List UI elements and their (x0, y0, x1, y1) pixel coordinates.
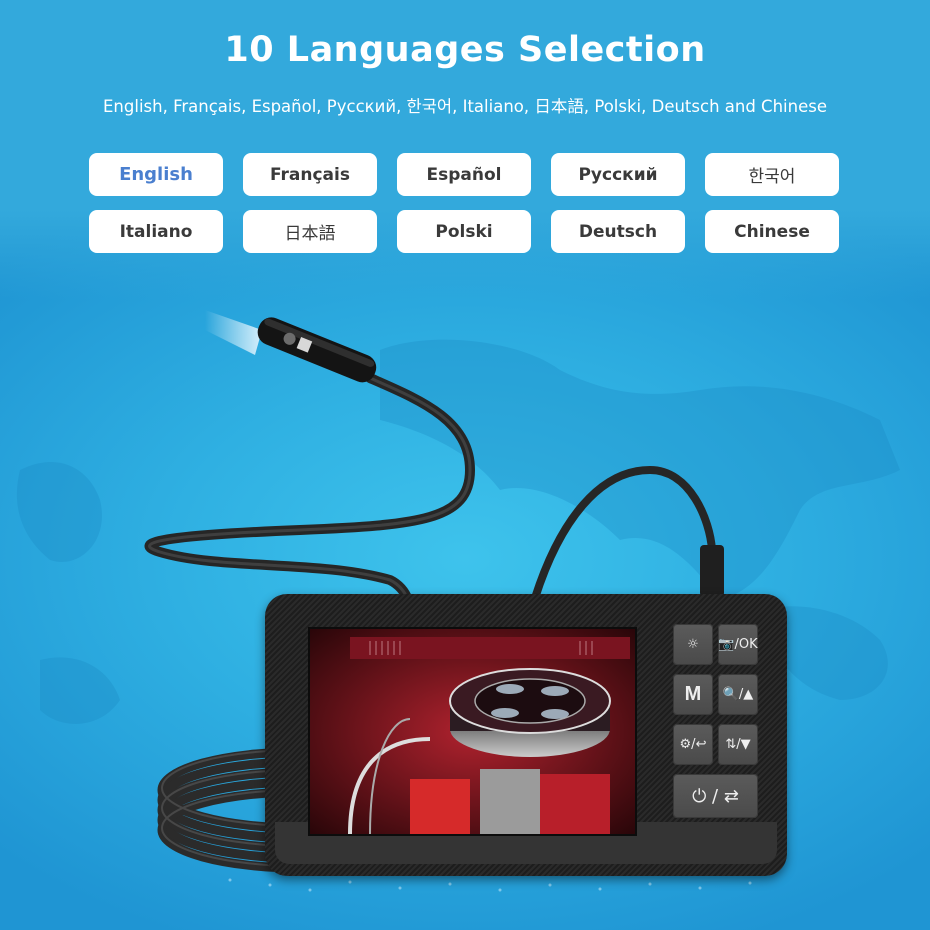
cable-connector (700, 545, 724, 597)
connector-cable (531, 465, 716, 600)
zoom-up-button[interactable]: 🔍/▲ (718, 674, 758, 715)
power-switch-button[interactable]: ⏻ / ⇄ (673, 774, 758, 818)
mode-button[interactable]: M (673, 674, 713, 715)
light-button[interactable]: ☼ (673, 624, 713, 665)
device-screen (308, 627, 637, 836)
zoom-up-icon: 🔍/▲ (722, 687, 754, 702)
engine-image (310, 629, 635, 834)
power-switch-icon: ⏻ / ⇄ (692, 785, 739, 807)
camera-probe (257, 317, 377, 383)
probe-light-beam (205, 310, 262, 355)
camera-ok-icon: 📷/OK (718, 637, 758, 652)
gear-back-icon: ⚙/↩ (679, 737, 707, 752)
settings-back-button[interactable]: ⚙/↩ (673, 724, 713, 765)
floor-sparkles (228, 878, 752, 892)
device-keypad: ☼ 📷/OK M 🔍/▲ ⚙/↩ ⇅/▼ ⏻ / ⇄ (673, 624, 759, 818)
light-icon: ☼ (687, 637, 699, 652)
mode-label: M (684, 683, 702, 705)
product-banner: 10 Languages Selection English, Français… (0, 0, 930, 930)
endoscope-monitor: ☼ 📷/OK M 🔍/▲ ⚙/↩ ⇅/▼ ⏻ / ⇄ (265, 594, 787, 876)
capture-ok-button[interactable]: 📷/OK (718, 624, 758, 665)
flip-down-button[interactable]: ⇅/▼ (718, 724, 758, 765)
flip-down-icon: ⇅/▼ (725, 737, 751, 752)
